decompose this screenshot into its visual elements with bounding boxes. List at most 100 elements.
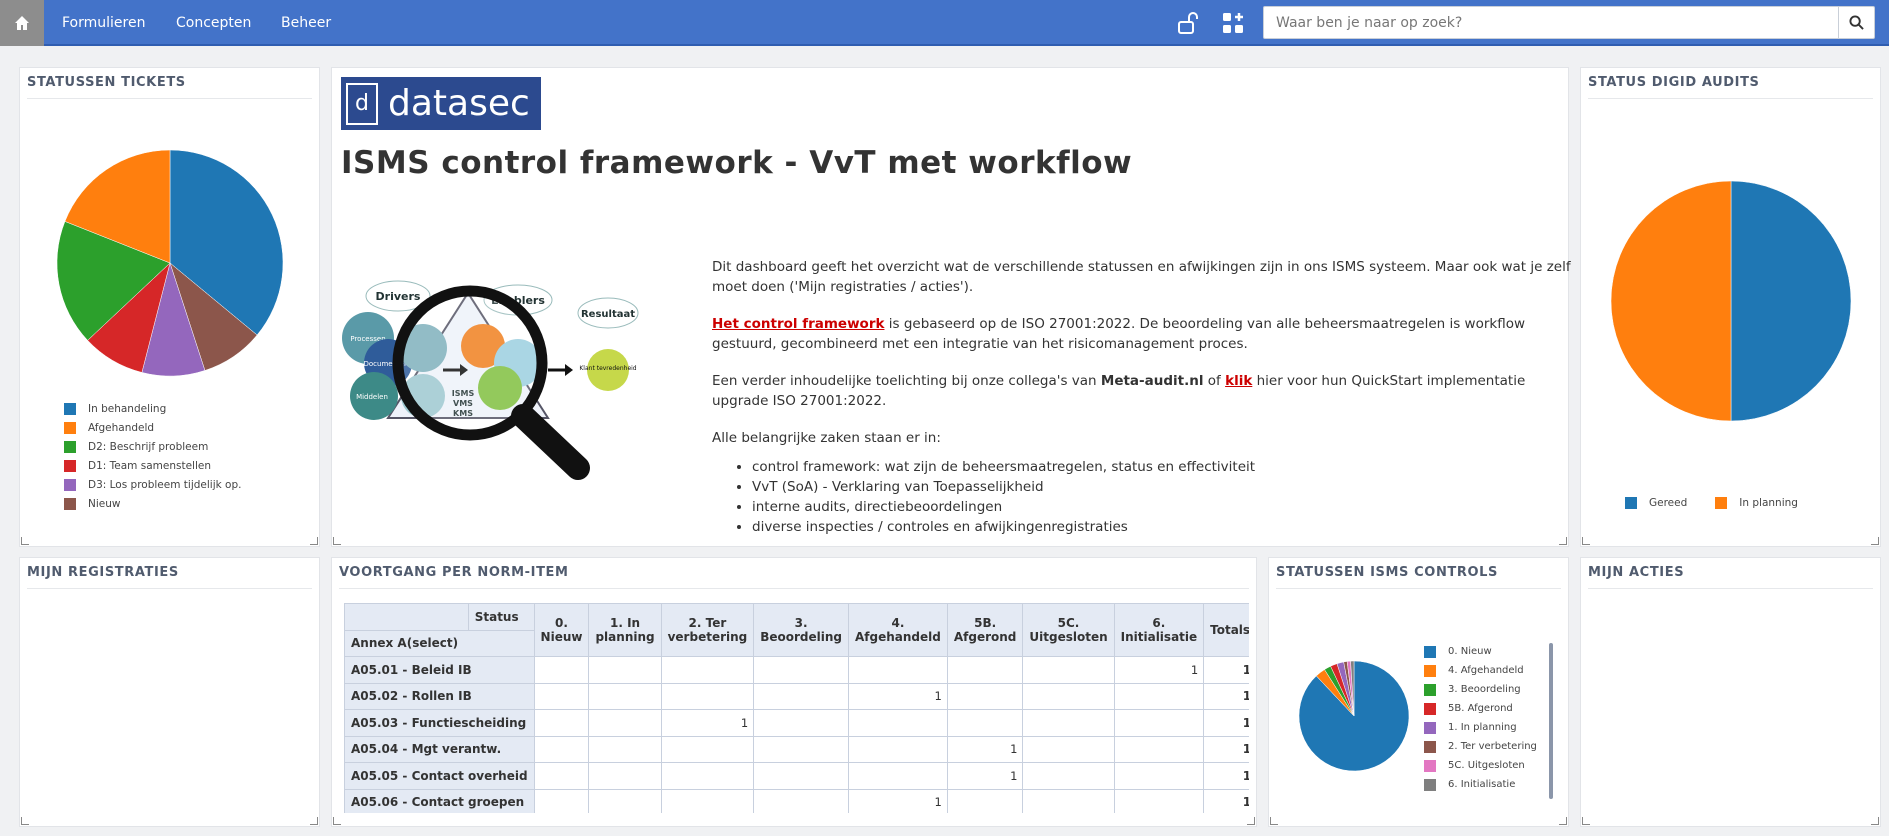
search-button[interactable] bbox=[1838, 7, 1874, 38]
klik-link[interactable]: klik bbox=[1225, 373, 1252, 389]
resize-handle[interactable] bbox=[1582, 537, 1590, 545]
table-cell[interactable] bbox=[1022, 762, 1115, 790]
legend-item[interactable]: 4. Afgehandeld bbox=[1424, 661, 1537, 680]
legend-item[interactable]: Gereed bbox=[1625, 493, 1687, 512]
table-cell[interactable] bbox=[1113, 788, 1205, 813]
table-cell[interactable] bbox=[753, 656, 850, 684]
resize-handle[interactable] bbox=[1559, 537, 1567, 545]
legend-item[interactable]: 0. Nieuw bbox=[1424, 642, 1537, 661]
column-header[interactable]: 6. Initialisatie bbox=[1113, 603, 1205, 657]
table-cell[interactable] bbox=[753, 682, 850, 710]
column-header[interactable]: 1. In planning bbox=[588, 603, 662, 657]
home-button[interactable] bbox=[0, 0, 44, 46]
resize-handle[interactable] bbox=[1582, 817, 1590, 825]
column-header[interactable]: 4. Afgehandeld bbox=[848, 603, 948, 657]
table-cell[interactable] bbox=[1022, 709, 1115, 737]
column-header[interactable]: 2. Ter verbetering bbox=[660, 603, 755, 657]
table-cell[interactable]: 1 bbox=[660, 709, 755, 737]
nav-beheer[interactable]: Beheer bbox=[281, 0, 331, 46]
legend-item[interactable]: D1: Team samenstellen bbox=[64, 456, 241, 475]
legend-item[interactable]: 2. Ter verbetering bbox=[1424, 737, 1537, 756]
resize-handle[interactable] bbox=[21, 817, 29, 825]
table-cell[interactable] bbox=[588, 762, 662, 790]
column-header[interactable]: 5C. Uitgesloten bbox=[1022, 603, 1115, 657]
resize-handle[interactable] bbox=[310, 537, 318, 545]
table-cell[interactable] bbox=[660, 735, 755, 763]
table-cell[interactable] bbox=[1022, 788, 1115, 813]
table-cell[interactable] bbox=[753, 709, 850, 737]
unlock-icon[interactable] bbox=[1176, 11, 1200, 35]
table-cell[interactable] bbox=[946, 709, 1024, 737]
resize-handle[interactable] bbox=[1270, 817, 1278, 825]
row-label[interactable]: A05.05 - Contact overheid bbox=[344, 762, 535, 790]
row-label[interactable]: A05.03 - Functiescheiding bbox=[344, 709, 535, 737]
table-cell[interactable] bbox=[946, 682, 1024, 710]
resize-handle[interactable] bbox=[21, 537, 29, 545]
apps-add-icon[interactable] bbox=[1221, 11, 1245, 35]
table-cell[interactable] bbox=[1022, 735, 1115, 763]
table-cell[interactable] bbox=[1113, 762, 1205, 790]
table-cell[interactable]: 1 bbox=[946, 735, 1024, 763]
pie-slice[interactable] bbox=[1610, 180, 1732, 422]
pie-slice[interactable] bbox=[1730, 180, 1852, 422]
row-label[interactable]: A05.06 - Contact groepen bbox=[344, 788, 535, 813]
table-cell[interactable] bbox=[533, 788, 590, 813]
nav-formulieren[interactable]: Formulieren bbox=[62, 0, 145, 46]
column-header[interactable]: 3. Beoordeling bbox=[753, 603, 850, 657]
legend-item[interactable]: 5C. Uitgesloten bbox=[1424, 756, 1537, 775]
table-cell[interactable] bbox=[848, 709, 948, 737]
table-cell[interactable] bbox=[1113, 682, 1205, 710]
resize-handle[interactable] bbox=[310, 817, 318, 825]
table-cell[interactable] bbox=[1113, 709, 1205, 737]
row-label[interactable]: A05.01 - Beleid IB bbox=[344, 656, 535, 684]
resize-handle[interactable] bbox=[1871, 537, 1879, 545]
legend-item[interactable]: 6. Initialisatie bbox=[1424, 775, 1537, 794]
table-cell[interactable] bbox=[588, 788, 662, 813]
legend-item[interactable]: 5B. Afgerond bbox=[1424, 699, 1537, 718]
table-cell[interactable] bbox=[848, 735, 948, 763]
table-cell[interactable] bbox=[533, 709, 590, 737]
table-cell[interactable] bbox=[660, 656, 755, 684]
column-header[interactable]: 0. Nieuw bbox=[533, 603, 590, 657]
search-input[interactable] bbox=[1264, 7, 1834, 38]
legend-item[interactable]: Nieuw bbox=[64, 494, 241, 513]
resize-handle[interactable] bbox=[1871, 817, 1879, 825]
table-cell[interactable] bbox=[588, 709, 662, 737]
table-cell[interactable] bbox=[1113, 735, 1205, 763]
resize-handle[interactable] bbox=[1247, 817, 1255, 825]
table-cell[interactable] bbox=[533, 656, 590, 684]
table-cell[interactable] bbox=[588, 682, 662, 710]
legend-item[interactable]: 3. Beoordeling bbox=[1424, 680, 1537, 699]
table-cell[interactable]: 1 bbox=[1113, 656, 1205, 684]
row-label[interactable]: A05.02 - Rollen IB bbox=[344, 682, 535, 710]
table-cell[interactable] bbox=[946, 656, 1024, 684]
legend-item[interactable]: In behandeling bbox=[64, 399, 241, 418]
nav-concepten[interactable]: Concepten bbox=[176, 0, 251, 46]
table-cell[interactable] bbox=[660, 682, 755, 710]
table-cell[interactable]: 1 bbox=[946, 762, 1024, 790]
table-cell[interactable] bbox=[753, 788, 850, 813]
legend-item[interactable]: D2: Beschrijf probleem bbox=[64, 437, 241, 456]
legend-item[interactable]: D3: Los probleem tijdelijk op. bbox=[64, 475, 241, 494]
resize-handle[interactable] bbox=[333, 817, 341, 825]
table-cell[interactable] bbox=[660, 762, 755, 790]
table-cell[interactable] bbox=[848, 762, 948, 790]
table-cell[interactable] bbox=[588, 656, 662, 684]
resize-handle[interactable] bbox=[333, 537, 341, 545]
table-cell[interactable] bbox=[1022, 656, 1115, 684]
legend-item[interactable]: In planning bbox=[1715, 493, 1798, 512]
row-label[interactable]: A05.04 - Mgt verantw. bbox=[344, 735, 535, 763]
table-cell[interactable] bbox=[946, 788, 1024, 813]
table-cell[interactable] bbox=[660, 788, 755, 813]
legend-scrollbar[interactable] bbox=[1549, 643, 1553, 799]
legend-item[interactable]: 1. In planning bbox=[1424, 718, 1537, 737]
table-cell[interactable] bbox=[533, 762, 590, 790]
table-cell[interactable] bbox=[588, 735, 662, 763]
table-cell[interactable] bbox=[533, 682, 590, 710]
resize-handle[interactable] bbox=[1559, 817, 1567, 825]
row-header-label[interactable]: Annex A(select) bbox=[344, 629, 535, 657]
table-cell[interactable] bbox=[533, 735, 590, 763]
table-cell[interactable]: 1 bbox=[848, 682, 948, 710]
table-cell[interactable] bbox=[848, 656, 948, 684]
table-cell[interactable] bbox=[753, 762, 850, 790]
